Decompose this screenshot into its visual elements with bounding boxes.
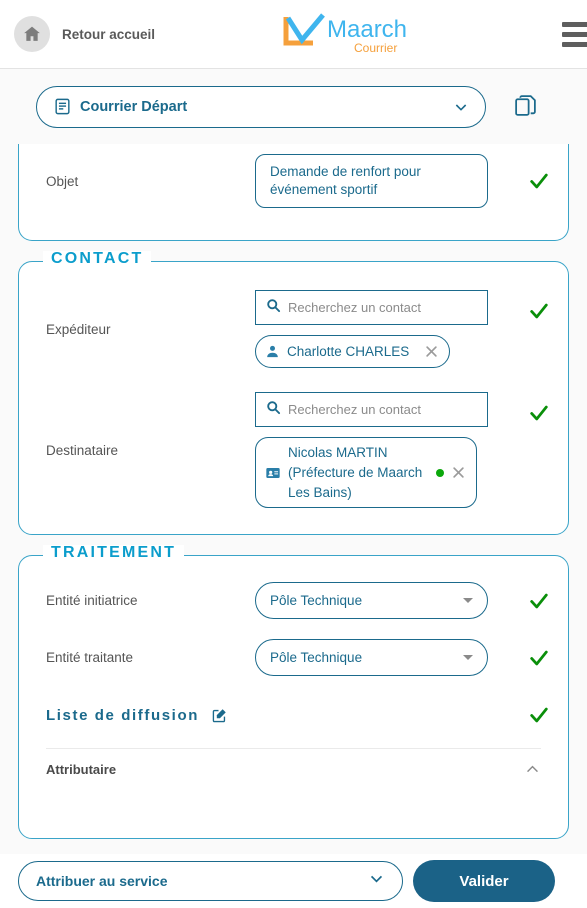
- expediteur-contact-name: Charlotte CHARLES: [287, 344, 410, 360]
- copy-documents-icon[interactable]: [513, 93, 538, 123]
- destinataire-contact-name: Nicolas MARTIN (Préfecture de Maarch Les…: [288, 445, 423, 500]
- expediteur-search-placeholder: Recherchez un contact: [288, 300, 421, 316]
- attributaire-label: Attributaire: [46, 762, 117, 778]
- top-header: Retour accueil Maarch Courrier: [0, 0, 587, 69]
- diffusion-list-title: Liste de diffusion: [46, 706, 199, 724]
- expediteur-contact-chip[interactable]: Charlotte CHARLES: [255, 335, 451, 369]
- attributaire-panel-toggle[interactable]: Attributaire: [46, 748, 541, 790]
- entite-traitante-valid-check: [510, 647, 568, 669]
- svg-text:Courrier: Courrier: [354, 41, 397, 55]
- destinataire-label: Destinataire: [46, 442, 119, 458]
- entite-initiatrice-label: Entité initiatrice: [46, 593, 138, 609]
- objet-valid-check: [510, 170, 568, 192]
- diffusion-valid-check: [510, 704, 568, 726]
- chevron-down-icon[interactable]: [453, 99, 469, 115]
- expediteur-search-input[interactable]: Recherchez un contact: [255, 290, 488, 326]
- hamburger-bar: [562, 22, 587, 27]
- entite-initiatrice-row: Entité initiatrice Pôle Technique: [19, 572, 568, 629]
- destinataire-contact-chip[interactable]: Nicolas MARTIN (Préfecture de Maarch Les…: [255, 437, 477, 509]
- entite-traitante-value: Pôle Technique: [270, 650, 363, 666]
- expediteur-label: Expéditeur: [46, 321, 111, 337]
- assign-service-value: Attribuer au service: [36, 873, 168, 889]
- entite-initiatrice-valid-check: [510, 590, 568, 612]
- contact-status-dot: [436, 468, 444, 477]
- objet-card: Objet Demande de renfort pour événement …: [18, 144, 569, 242]
- contact-card-icon: [265, 465, 281, 481]
- destinataire-search-input[interactable]: Recherchez un contact: [255, 392, 488, 428]
- document-type-select[interactable]: Courrier Départ: [36, 85, 486, 128]
- home-button[interactable]: Retour accueil: [14, 16, 155, 52]
- entite-initiatrice-select[interactable]: Pôle Technique: [255, 582, 488, 620]
- document-type-bar: Courrier Départ: [0, 69, 587, 144]
- app-root: Retour accueil Maarch Courrier Courrier …: [0, 0, 587, 908]
- entite-traitante-row: Entité traitante Pôle Technique: [19, 629, 568, 686]
- svg-text:Maarch: Maarch: [327, 16, 407, 43]
- objet-input[interactable]: Demande de renfort pour événement sporti…: [255, 154, 488, 209]
- expediteur-row: Expéditeur Recherchez un contact Charlot…: [19, 276, 568, 378]
- entite-initiatrice-value: Pôle Technique: [270, 593, 363, 609]
- edit-icon[interactable]: [211, 707, 228, 724]
- dropdown-caret-icon[interactable]: [463, 655, 473, 661]
- home-button-label: Retour accueil: [62, 26, 156, 42]
- person-icon: [265, 344, 280, 359]
- close-icon[interactable]: [451, 465, 466, 480]
- form-scroll-area[interactable]: Objet Demande de renfort pour événement …: [0, 144, 587, 854]
- document-type-icon: [53, 97, 72, 116]
- home-icon: [14, 16, 50, 52]
- chevron-up-icon[interactable]: [524, 761, 541, 778]
- search-icon: [266, 400, 288, 420]
- expediteur-valid-check: [510, 300, 568, 322]
- traitement-card: TRAITEMENT Entité initiatrice Pôle Techn…: [18, 545, 569, 840]
- traitement-legend: TRAITEMENT: [43, 545, 185, 562]
- search-icon: [266, 298, 288, 318]
- validate-button[interactable]: Valider: [413, 860, 555, 902]
- hamburger-menu-icon[interactable]: [562, 22, 587, 47]
- contact-card: CONTACT Expéditeur Recherchez un contact: [18, 251, 569, 536]
- hamburger-bar: [562, 42, 587, 47]
- diffusion-list-header: Liste de diffusion: [19, 686, 568, 734]
- entite-traitante-label: Entité traitante: [46, 650, 134, 666]
- destinataire-row: Destinataire Recherchez un contact Nicol…: [19, 378, 568, 518]
- contact-legend: CONTACT: [43, 251, 152, 268]
- assign-service-select[interactable]: Attribuer au service: [18, 861, 403, 901]
- hamburger-bar: [562, 32, 587, 37]
- maarch-logo[interactable]: Maarch Courrier: [283, 13, 407, 57]
- bottom-action-bar: Attribuer au service Valider: [0, 854, 587, 908]
- chevron-down-icon[interactable]: [368, 870, 385, 892]
- destinataire-search-placeholder: Recherchez un contact: [288, 402, 421, 418]
- document-type-value: Courrier Départ: [80, 98, 188, 115]
- dropdown-caret-icon[interactable]: [463, 598, 473, 604]
- close-icon[interactable]: [424, 344, 439, 359]
- destinataire-valid-check: [510, 402, 568, 424]
- objet-label: Objet: [46, 173, 79, 189]
- entite-traitante-select[interactable]: Pôle Technique: [255, 639, 488, 677]
- objet-row: Objet Demande de renfort pour événement …: [19, 144, 568, 218]
